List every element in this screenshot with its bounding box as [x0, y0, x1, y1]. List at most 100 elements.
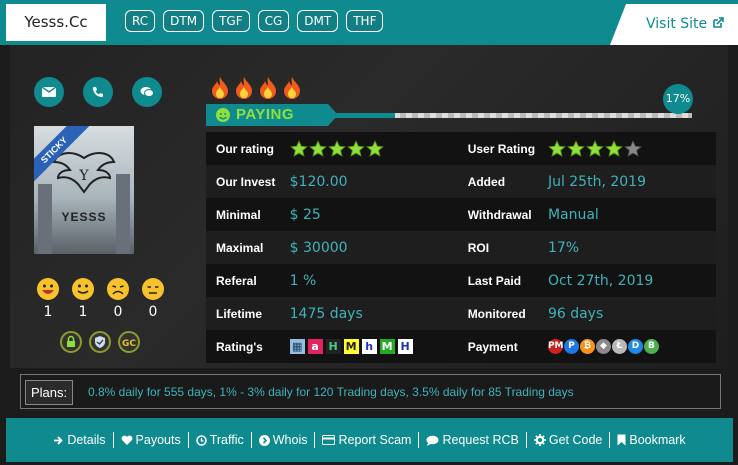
- detail-label: Referal: [216, 273, 257, 288]
- chat-button[interactable]: [132, 77, 162, 107]
- tag-dmt[interactable]: DMT: [297, 10, 339, 32]
- tag-rc[interactable]: RC: [125, 10, 156, 32]
- detail-label: Lifetime: [216, 306, 263, 321]
- report-scam-button[interactable]: Report Scam: [315, 432, 420, 448]
- vote-neutral[interactable]: 0: [140, 278, 166, 320]
- visit-site-link[interactable]: Visit Site: [610, 4, 738, 45]
- tag-tgf[interactable]: TGF: [212, 10, 250, 32]
- action-bar: Details Payouts Traffic Whois Report Sca…: [6, 418, 733, 462]
- plans-box: Plans: 0.8% daily for 555 days, 1% - 3% …: [20, 374, 721, 409]
- detail-label: Payment: [467, 339, 518, 354]
- monitor-rating-icon[interactable]: M: [379, 339, 395, 354]
- detail-value: $120.00: [289, 173, 348, 190]
- star-icon: [308, 139, 327, 157]
- star-icon: [605, 139, 623, 157]
- monitor-rating-icon[interactable]: h: [361, 339, 377, 354]
- shield-icon: [95, 336, 105, 348]
- chat-icon: [140, 87, 154, 97]
- details-table: Our rating User Rating Our Invest $120.0…: [206, 132, 716, 363]
- bookmark-icon: [617, 434, 626, 446]
- monitor-rating-icon[interactable]: ▦: [289, 339, 305, 354]
- payouts-button[interactable]: Payouts: [114, 432, 189, 448]
- request-rcb-button[interactable]: Request RCB: [419, 432, 527, 448]
- table-row: Referal 1 % Last Paid Oct 27th, 2019: [206, 264, 716, 297]
- bookmark-label: Bookmark: [629, 433, 686, 447]
- monitor-rating-icon[interactable]: H: [397, 339, 413, 354]
- detail-label: Rating's: [216, 339, 263, 354]
- detail-label: User Rating: [467, 141, 536, 156]
- table-row: Rating's ▦ a H M h M H Payment PM P ₿ ◆ …: [206, 330, 716, 363]
- vote-happy[interactable]: 1: [35, 278, 61, 320]
- vote-sad[interactable]: 0: [105, 278, 131, 320]
- whois-button[interactable]: Whois: [252, 432, 316, 448]
- star-icon: [548, 139, 566, 157]
- star-icon: [624, 139, 642, 157]
- details-button[interactable]: Details: [46, 432, 114, 448]
- gc-badge[interactable]: GC: [118, 331, 140, 353]
- perfect-money-icon: PM: [547, 339, 564, 354]
- tag-thf[interactable]: THF: [346, 10, 384, 32]
- project-logo[interactable]: Y YESSS STICKY: [34, 126, 134, 254]
- detail-value: 1 %: [289, 272, 317, 289]
- bookmark-button[interactable]: Bookmark: [610, 432, 692, 448]
- monitor-ratings: ▦ a H M h M H: [289, 339, 458, 354]
- detail-label: Our Invest: [216, 174, 276, 189]
- table-row: Our rating User Rating: [206, 132, 716, 165]
- detail-label: Added: [467, 174, 506, 189]
- gear-icon: [533, 434, 546, 446]
- status-label: PAYING: [236, 106, 295, 123]
- traffic-label: Traffic: [209, 433, 244, 447]
- report-scam-label: Report Scam: [338, 433, 412, 447]
- monitor-rating-icon[interactable]: a: [307, 339, 323, 354]
- ddos-shield-badge[interactable]: [89, 331, 111, 353]
- ssl-lock-badge[interactable]: [60, 331, 82, 353]
- logo-text: YESSS: [61, 210, 107, 224]
- detail-value: Manual: [547, 206, 599, 223]
- svg-text:Y: Y: [78, 168, 89, 184]
- detail-value: 96 days: [547, 305, 604, 322]
- payout-progress-bar: [334, 113, 692, 118]
- traffic-button[interactable]: Traffic: [189, 432, 252, 448]
- user-rating-stars[interactable]: [548, 139, 716, 158]
- request-rcb-label: Request RCB: [442, 433, 519, 447]
- vote-smile[interactable]: 1: [70, 278, 96, 320]
- smile-status-icon: [216, 108, 230, 122]
- progress-percent: 17%: [663, 84, 693, 114]
- site-name[interactable]: Yesss.Cc: [6, 4, 106, 41]
- vote-count: 1: [78, 304, 88, 320]
- monitor-rating-icon[interactable]: M: [343, 339, 359, 354]
- neutral-icon: [142, 278, 164, 300]
- tag-dtm[interactable]: DTM: [163, 10, 205, 32]
- star-icon: [346, 139, 365, 157]
- detail-value: $ 25: [289, 206, 321, 223]
- star-icon: [327, 139, 346, 157]
- monitor-rating-icon[interactable]: H: [325, 339, 341, 354]
- ethereum-icon: ◆: [595, 339, 611, 354]
- whois-label: Whois: [272, 433, 308, 447]
- get-code-button[interactable]: Get Code: [527, 432, 611, 448]
- phone-icon: [93, 87, 103, 97]
- comment-icon: [426, 435, 439, 446]
- payouts-label: Payouts: [135, 433, 181, 447]
- sad-icon: [107, 278, 129, 300]
- header-bar: Yesss.Cc RC DTM TGF CG DMT THF Visit Sit…: [0, 0, 738, 45]
- card-icon: [322, 435, 336, 445]
- vote-count: 1: [43, 304, 53, 320]
- flame-icon: [260, 77, 276, 99]
- plans-text: 0.8% daily for 555 days, 1% - 3% daily f…: [88, 385, 574, 399]
- detail-label: Monitored: [467, 306, 526, 321]
- detail-value: Oct 27th, 2019: [547, 272, 654, 289]
- star-icon: [365, 139, 384, 157]
- phone-button[interactable]: [83, 77, 113, 107]
- bitcoin-cash-icon: B: [643, 339, 659, 354]
- wings-emblem-icon: Y: [52, 152, 116, 194]
- details-label: Details: [67, 433, 106, 447]
- svg-text:GC: GC: [122, 339, 136, 349]
- table-row: Lifetime 1475 days Monitored 96 days: [206, 297, 716, 330]
- email-button[interactable]: [34, 77, 64, 107]
- our-rating-stars: [289, 139, 458, 158]
- detail-label: Maximal: [216, 240, 264, 255]
- flame-icon: [236, 77, 252, 99]
- tag-cg[interactable]: CG: [257, 10, 290, 32]
- bitcoin-icon: ₿: [579, 339, 595, 354]
